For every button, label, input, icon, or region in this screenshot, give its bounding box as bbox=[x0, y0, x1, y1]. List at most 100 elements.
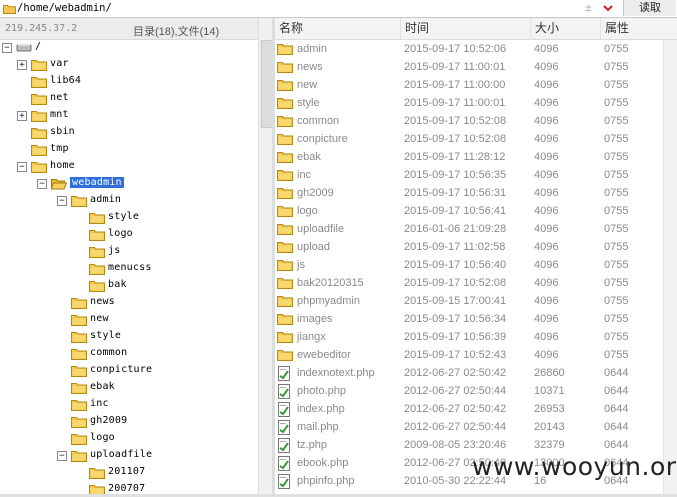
tree-node[interactable]: style bbox=[0, 210, 258, 226]
file-row[interactable]: style 2015-09-17 11:00:01 4096 0755 bbox=[275, 94, 663, 112]
folder-icon bbox=[31, 126, 47, 142]
file-row[interactable]: uploadfile 2016-01-06 21:09:28 4096 0755 bbox=[275, 220, 663, 238]
tree-node-label: admin bbox=[90, 194, 122, 205]
column-header-name[interactable]: 名称 bbox=[275, 18, 400, 39]
file-time: 2015-09-17 11:28:12 bbox=[404, 151, 506, 163]
file-perm: 0755 bbox=[604, 331, 629, 343]
tree-node[interactable]: − webadmin bbox=[0, 176, 258, 192]
column-header-time[interactable]: 时间 bbox=[400, 18, 530, 39]
tree-node[interactable]: ebak bbox=[0, 380, 258, 396]
tree-node[interactable]: 201107 bbox=[0, 465, 258, 481]
tree-node[interactable]: new bbox=[0, 312, 258, 328]
file-row[interactable]: bak20120315 2015-09-17 10:52:08 4096 0755 bbox=[275, 274, 663, 292]
file-row[interactable]: phpmyadmin 2015-09-15 17:00:41 4096 0755 bbox=[275, 292, 663, 310]
file-row[interactable]: js 2015-09-17 10:56:40 4096 0755 bbox=[275, 256, 663, 274]
folder-icon bbox=[277, 312, 293, 328]
file-row[interactable]: admin 2015-09-17 10:52:06 4096 0755 bbox=[275, 40, 663, 58]
file-list-scrollbar[interactable] bbox=[663, 40, 677, 497]
path-input[interactable]: /home/webadmin/ bbox=[17, 2, 112, 14]
tree-node-label: var bbox=[50, 58, 69, 69]
tree-node-label: gh2009 bbox=[90, 415, 128, 426]
tree-node[interactable]: logo bbox=[0, 227, 258, 243]
tree-node[interactable]: menucss bbox=[0, 261, 258, 277]
collapse-icon[interactable]: − bbox=[57, 451, 67, 461]
file-perm: 0755 bbox=[604, 295, 629, 307]
file-row[interactable]: indexnotext.php 2012-06-27 02:50:42 26860 0… bbox=[275, 364, 663, 382]
tree-node[interactable]: news bbox=[0, 295, 258, 311]
folder-icon bbox=[71, 313, 87, 329]
tree-node[interactable]: common bbox=[0, 346, 258, 362]
file-perm: 0644 bbox=[604, 385, 629, 397]
tree-node-label: net bbox=[50, 92, 69, 103]
file-name: ebook.php bbox=[297, 457, 349, 469]
chevron-down-icon[interactable] bbox=[602, 2, 614, 14]
file-row[interactable]: new 2015-09-17 11:00:00 4096 0755 bbox=[275, 76, 663, 94]
tree-node[interactable]: js bbox=[0, 244, 258, 260]
column-header-perm[interactable]: 属性 bbox=[600, 18, 663, 39]
tree-node[interactable]: − home bbox=[0, 159, 258, 175]
plus-minus-icon[interactable]: ± bbox=[585, 1, 592, 14]
file-row[interactable]: inc 2015-09-17 10:56:35 4096 0755 bbox=[275, 166, 663, 184]
file-row[interactable]: common 2015-09-17 10:52:08 4096 0755 bbox=[275, 112, 663, 130]
folder-icon bbox=[3, 3, 16, 17]
expand-icon[interactable]: + bbox=[17, 60, 27, 70]
file-time: 2015-09-17 11:00:00 bbox=[404, 79, 506, 91]
tree-node-label: ebak bbox=[90, 381, 115, 392]
collapse-icon[interactable]: − bbox=[17, 162, 27, 172]
file-name: logo bbox=[297, 205, 318, 217]
expand-icon[interactable]: + bbox=[17, 111, 27, 121]
file-row[interactable]: photo.php 2012-06-27 02:50:44 10371 0644 bbox=[275, 382, 663, 400]
file-size: 4096 bbox=[534, 169, 559, 181]
collapse-icon[interactable]: − bbox=[2, 43, 12, 53]
info-bar: 219.245.37.2 目录(18),文件(14) bbox=[0, 18, 258, 40]
file-row[interactable]: upload 2015-09-17 11:02:58 4096 0755 bbox=[275, 238, 663, 256]
tree-node[interactable]: inc bbox=[0, 397, 258, 413]
collapse-icon[interactable]: − bbox=[57, 196, 67, 206]
file-time: 2012-06-27 02:50:44 bbox=[404, 421, 507, 433]
file-name: news bbox=[297, 61, 323, 73]
folder-icon bbox=[31, 160, 47, 176]
file-row[interactable]: images 2015-09-17 10:56:34 4096 0755 bbox=[275, 310, 663, 328]
file-row[interactable]: mail.php 2012-06-27 02:50:44 20143 0644 bbox=[275, 418, 663, 436]
file-name: indexnotext.php bbox=[297, 367, 375, 379]
file-time: 2015-09-17 10:52:08 bbox=[404, 277, 507, 289]
folder-icon bbox=[277, 150, 293, 166]
read-button[interactable]: 读取 bbox=[623, 0, 676, 16]
file-row[interactable]: index.php 2012-06-27 02:50:42 26953 0644 bbox=[275, 400, 663, 418]
tree-node[interactable]: style bbox=[0, 329, 258, 345]
file-name: ewebeditor bbox=[297, 349, 351, 361]
tree-node[interactable]: bak bbox=[0, 278, 258, 294]
folder-icon bbox=[277, 330, 293, 346]
folder-icon bbox=[31, 143, 47, 159]
tree-node[interactable]: + mnt bbox=[0, 108, 258, 124]
file-row[interactable]: ebak 2015-09-17 11:28:12 4096 0755 bbox=[275, 148, 663, 166]
tree-node[interactable]: sbin bbox=[0, 125, 258, 141]
tree-node[interactable]: logo bbox=[0, 431, 258, 447]
tree-node[interactable]: conpicture bbox=[0, 363, 258, 379]
folder-icon bbox=[89, 262, 105, 278]
folder-icon bbox=[71, 296, 87, 312]
file-perm: 0755 bbox=[604, 169, 629, 181]
column-header-size[interactable]: 大小 bbox=[530, 18, 600, 39]
tree-node[interactable]: tmp bbox=[0, 142, 258, 158]
tree-node[interactable]: gh2009 bbox=[0, 414, 258, 430]
tree-node-label: style bbox=[108, 211, 140, 222]
file-name: admin bbox=[297, 43, 327, 55]
tree-node[interactable]: lib64 bbox=[0, 74, 258, 90]
collapse-icon[interactable]: − bbox=[37, 179, 47, 189]
tree-node[interactable]: − uploadfile bbox=[0, 448, 258, 464]
tree-node[interactable]: − / bbox=[0, 40, 258, 56]
file-row[interactable]: jiangx 2015-09-17 10:56:39 4096 0755 bbox=[275, 328, 663, 346]
file-row[interactable]: ewebeditor 2015-09-17 10:52:43 4096 0755 bbox=[275, 346, 663, 364]
file-row[interactable]: gh2009 2015-09-17 10:56:31 4096 0755 bbox=[275, 184, 663, 202]
file-perm: 0755 bbox=[604, 313, 629, 325]
file-row[interactable]: logo 2015-09-17 10:56:41 4096 0755 bbox=[275, 202, 663, 220]
file-size: 4096 bbox=[534, 331, 559, 343]
tree-node[interactable]: net bbox=[0, 91, 258, 107]
tree-node[interactable]: − admin bbox=[0, 193, 258, 209]
file-row[interactable]: news 2015-09-17 11:00:01 4096 0755 bbox=[275, 58, 663, 76]
file-perm: 0755 bbox=[604, 115, 629, 127]
tree-node[interactable]: + var bbox=[0, 57, 258, 73]
file-row[interactable]: conpicture 2015-09-17 10:52:08 4096 0755 bbox=[275, 130, 663, 148]
tree-scrollbar[interactable] bbox=[258, 18, 273, 497]
